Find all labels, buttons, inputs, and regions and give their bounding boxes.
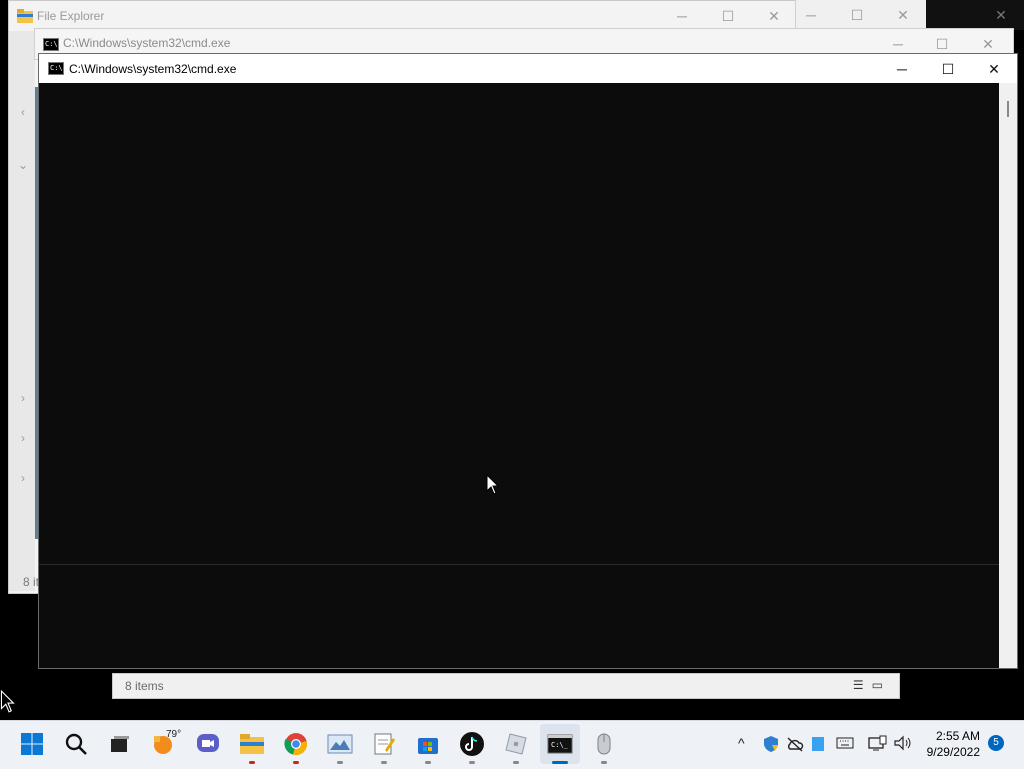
- keyboard-icon[interactable]: [836, 737, 854, 749]
- cmd-titlebar[interactable]: C:\ C:\Windows\system32\cmd.exe ─ ☐ ✕: [39, 54, 1017, 83]
- mouse-pointer-icon: [0, 690, 15, 713]
- file-explorer-title: File Explorer: [37, 9, 105, 23]
- chevron-right-icon[interactable]: ›: [21, 391, 25, 405]
- chrome-icon: [284, 733, 307, 755]
- chevron-down-icon[interactable]: ⌄: [18, 158, 28, 172]
- search-icon: [65, 733, 87, 755]
- running-indicator: [425, 761, 431, 764]
- tiles-view-icon[interactable]: ▭: [872, 678, 891, 692]
- explorer-status-bar: 8 items ☰▭: [112, 673, 900, 699]
- mouse-app-taskbar-button[interactable]: [588, 728, 620, 764]
- back-chevron-icon[interactable]: ‹: [21, 105, 25, 119]
- minimize-button[interactable]: ─: [659, 1, 705, 31]
- clock[interactable]: 2:55 AM 9/29/2022: [927, 728, 980, 760]
- cmd-taskbar-button[interactable]: C:\_: [544, 728, 576, 764]
- search-button[interactable]: [60, 728, 92, 760]
- start-button[interactable]: [16, 728, 48, 760]
- cmd-icon: C:\_: [547, 734, 573, 754]
- maximize-button[interactable]: ☐: [705, 1, 751, 31]
- file-explorer-taskbar-button[interactable]: [236, 728, 268, 764]
- running-indicator: [601, 761, 607, 764]
- running-indicator: [337, 761, 343, 764]
- store-icon: [418, 738, 438, 754]
- teams-chat-icon: [197, 734, 219, 752]
- mouse-icon: [597, 733, 611, 755]
- running-indicator: [381, 761, 387, 764]
- tray-app-icon[interactable]: [811, 736, 825, 752]
- roblox-icon: [505, 733, 527, 755]
- close-button[interactable]: ✕: [880, 0, 926, 30]
- maximize-button[interactable]: ☐: [925, 54, 971, 84]
- clock-time: 2:55 AM: [935, 729, 980, 743]
- running-indicator: [513, 761, 519, 764]
- cmd-back-title: C:\Windows\system32\cmd.exe: [63, 36, 231, 50]
- show-hidden-icons-chevron-icon[interactable]: ^: [738, 735, 745, 751]
- item-count: 8 items: [125, 679, 164, 693]
- chevron-right-icon[interactable]: ›: [21, 431, 25, 445]
- running-indicator: [469, 761, 475, 764]
- close-button[interactable]: ✕: [971, 54, 1017, 84]
- chrome-taskbar-button[interactable]: [280, 728, 312, 764]
- view-toggle[interactable]: ☰▭: [853, 678, 891, 692]
- security-shield-icon[interactable]: [762, 735, 780, 753]
- clock-date: 9/29/2022: [926, 745, 980, 759]
- maximize-button[interactable]: ☐: [834, 0, 880, 30]
- scrollbar-thumb[interactable]: [1007, 101, 1009, 117]
- teams-chat-button[interactable]: [192, 728, 224, 760]
- explorer-window-3-titlebar[interactable]: ✕: [926, 0, 1024, 30]
- vertical-scrollbar[interactable]: [999, 83, 1017, 668]
- chevron-right-icon[interactable]: ›: [21, 471, 25, 485]
- cmd-title: C:\Windows\system32\cmd.exe: [69, 62, 237, 76]
- cmd-window: C:\ C:\Windows\system32\cmd.exe ─ ☐ ✕: [38, 53, 1018, 669]
- volume-icon[interactable]: [893, 735, 913, 751]
- running-indicator: [293, 761, 299, 764]
- store-taskbar-button[interactable]: [412, 728, 444, 764]
- start-icon: [21, 733, 43, 755]
- explorer-window-2-titlebar[interactable]: ─ ☐ ✕: [795, 0, 928, 30]
- tiktok-taskbar-button[interactable]: [456, 728, 488, 764]
- tiktok-icon: [460, 732, 484, 756]
- minimize-button[interactable]: ─: [879, 54, 925, 84]
- task-view-button[interactable]: [104, 728, 136, 760]
- photos-icon: [327, 734, 353, 754]
- cmd-icon: C:\: [43, 38, 59, 51]
- notification-badge[interactable]: 5: [988, 735, 1004, 751]
- network-icon[interactable]: [868, 735, 888, 751]
- close-button[interactable]: ✕: [978, 0, 1024, 30]
- running-indicator: [249, 761, 255, 764]
- file-explorer-icon: [240, 734, 264, 754]
- notepad-taskbar-button[interactable]: [368, 728, 400, 764]
- weather-temperature: 79°: [166, 729, 182, 740]
- minimize-button[interactable]: ─: [788, 0, 834, 30]
- cmd-icon: C:\: [48, 62, 64, 75]
- console-output[interactable]: [39, 83, 999, 668]
- item-count: 8 it: [23, 575, 40, 589]
- svg-text:C:\_: C:\_: [551, 741, 569, 749]
- roblox-taskbar-button[interactable]: [500, 728, 532, 764]
- mouse-pointer-icon: [486, 474, 500, 495]
- photos-taskbar-button[interactable]: [324, 728, 356, 764]
- task-view-icon: [111, 736, 129, 752]
- details-view-icon[interactable]: ☰: [853, 678, 872, 692]
- console-divider: [39, 564, 999, 565]
- onedrive-offline-icon[interactable]: [786, 736, 804, 752]
- folder-icon: [17, 9, 33, 23]
- running-indicator: [552, 761, 568, 764]
- notepad-icon: [374, 733, 395, 755]
